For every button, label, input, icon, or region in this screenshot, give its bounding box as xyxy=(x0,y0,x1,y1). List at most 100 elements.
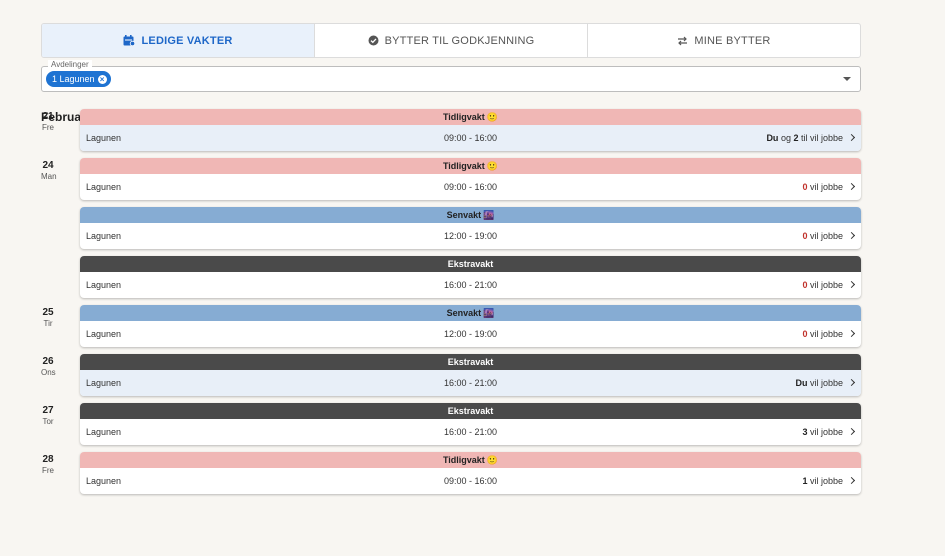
day-group: 21 Fre Tidligvakt 🙂 Lagunen 09:00 - 16:00 Du o… xyxy=(41,109,861,151)
shift-card[interactable]: Ekstravakt Lagunen 16:00 - 21:00 0 vil jobb… xyxy=(80,256,861,298)
shift-card[interactable]: Tidligvakt 🙂 Lagunen 09:00 - 16:00 0 vil job… xyxy=(80,158,861,200)
day-name: Man xyxy=(41,172,57,181)
status-count: Du xyxy=(766,133,779,143)
status-text: vil jobbe xyxy=(807,427,843,437)
shift-time: 16:00 - 21:00 xyxy=(443,280,498,290)
day-group: 26 Ons Ekstravakt Lagunen 16:00 - 21:00 Du vi… xyxy=(41,354,861,396)
shift-type-header: Ekstravakt xyxy=(80,403,861,419)
shift-status: 1 vil jobbe xyxy=(802,476,843,486)
department-select[interactable]: Avdelinger 1 Lagunen × xyxy=(41,60,861,92)
shift-status: Du vil jobbe xyxy=(795,378,843,388)
shift-type-label: Tidligvakt xyxy=(442,161,485,171)
shift-row[interactable]: Lagunen 09:00 - 16:00 1 vil jobbe xyxy=(80,468,861,494)
shift-card[interactable]: Tidligvakt 🙂 Lagunen 09:00 - 16:00 1 vil job… xyxy=(80,452,861,494)
schedule-list: 21 Fre Tidligvakt 🙂 Lagunen 09:00 - 16:00 Du o… xyxy=(41,109,861,501)
day-group: 27 Tor Ekstravakt Lagunen 16:00 - 21:00 3 vil… xyxy=(41,403,861,445)
shift-type-header: Tidligvakt 🙂 xyxy=(80,158,861,174)
tab-label: LEDIGE VAKTER xyxy=(141,34,233,47)
shift-status: 0 vil jobbe xyxy=(802,182,843,192)
shift-emoji-icon: 🙂 xyxy=(486,455,499,465)
shift-time: 09:00 - 16:00 xyxy=(443,133,498,143)
shift-card[interactable]: Ekstravakt Lagunen 16:00 - 21:00 Du vil job… xyxy=(80,354,861,396)
day-label: 24 Man xyxy=(41,160,57,182)
status-text: og xyxy=(778,133,794,143)
status-text: vil jobbe xyxy=(807,182,843,192)
shift-time: 16:00 - 21:00 xyxy=(443,427,498,437)
status-text: vil jobbe xyxy=(807,231,843,241)
day-name: Fre xyxy=(42,466,54,475)
day-name: Tir xyxy=(43,319,53,328)
tab-bar: LEDIGE VAKTER BYTTER TIL GODKJENNING MIN… xyxy=(41,23,861,58)
shift-card[interactable]: Tidligvakt 🙂 Lagunen 09:00 - 16:00 Du og 2 t… xyxy=(80,109,861,151)
shift-card[interactable]: Ekstravakt Lagunen 16:00 - 21:00 3 vil jobb… xyxy=(80,403,861,445)
day-number: 27 xyxy=(42,405,54,416)
shift-type-header: Senvakt 🌆 xyxy=(80,207,861,223)
shift-emoji-icon: 🌆 xyxy=(483,308,495,318)
shift-time: 09:00 - 16:00 xyxy=(443,182,498,192)
tab-label: BYTTER TIL GODKJENNING xyxy=(384,34,535,47)
calendar-icon xyxy=(123,35,136,46)
close-circle-icon[interactable]: × xyxy=(97,74,107,84)
shift-type-header: Tidligvakt 🙂 xyxy=(80,109,861,125)
status-text: vil jobbe xyxy=(807,378,843,388)
shift-row[interactable]: Lagunen 09:00 - 16:00 0 vil jobbe xyxy=(80,174,861,200)
shift-type-label: Ekstravakt xyxy=(447,259,494,269)
tab-label: MINE BYTTER xyxy=(694,34,771,47)
shift-emoji-icon: 🙂 xyxy=(486,161,499,171)
status-text: vil jobbe xyxy=(807,476,843,486)
day-label: 25 Tir xyxy=(41,307,55,329)
shift-type-label: Tidligvakt xyxy=(442,455,485,465)
shift-row[interactable]: Lagunen 09:00 - 16:00 Du og 2 til vil jobb… xyxy=(80,125,861,151)
department-chip[interactable]: 1 Lagunen × xyxy=(46,71,111,87)
day-label: 28 Fre xyxy=(41,454,55,476)
shift-time: 12:00 - 19:00 xyxy=(443,329,498,339)
day-group: 28 Fre Tidligvakt 🙂 Lagunen 09:00 - 16:00 1 vi… xyxy=(41,452,861,494)
shift-emoji-icon: 🙂 xyxy=(486,112,499,122)
shift-emoji-icon: 🌆 xyxy=(483,210,495,220)
shift-row[interactable]: Lagunen 16:00 - 21:00 Du vil jobbe xyxy=(80,370,861,396)
shift-status: 0 vil jobbe xyxy=(802,280,843,290)
shift-status: 3 vil jobbe xyxy=(802,427,843,437)
shift-row[interactable]: Lagunen 12:00 - 19:00 0 vil jobbe xyxy=(80,223,861,249)
day-label: 21 Fre xyxy=(41,111,55,133)
status-text: vil jobbe xyxy=(807,329,843,339)
shift-type-header: Ekstravakt xyxy=(80,354,861,370)
status-count: Du xyxy=(795,378,808,388)
day-number: 21 xyxy=(42,111,54,122)
status-text: vil jobbe xyxy=(807,280,843,290)
shift-type-header: Senvakt 🌆 xyxy=(80,305,861,321)
day-name: Tor xyxy=(42,417,54,426)
shift-type-header: Ekstravakt xyxy=(80,256,861,272)
shift-time: 09:00 - 16:00 xyxy=(443,476,498,486)
shift-status: 0 vil jobbe xyxy=(802,231,843,241)
shift-type-label: Ekstravakt xyxy=(447,406,494,416)
shift-status: 0 vil jobbe xyxy=(802,329,843,339)
shift-time: 16:00 - 21:00 xyxy=(443,378,498,388)
day-number: 24 xyxy=(42,160,54,171)
status-text: til vil jobbe xyxy=(798,133,843,143)
shift-card[interactable]: Senvakt 🌆 Lagunen 12:00 - 19:00 0 vil jobbe xyxy=(80,305,861,347)
shift-status: Du og 2 til vil jobbe xyxy=(766,133,843,143)
shift-card[interactable]: Senvakt 🌆 Lagunen 12:00 - 19:00 0 vil jobbe xyxy=(80,207,861,249)
shift-row[interactable]: Lagunen 16:00 - 21:00 3 vil jobbe xyxy=(80,419,861,445)
check-circle-icon xyxy=(368,35,379,46)
day-group: 24 Man Tidligvakt 🙂 Lagunen 09:00 - 16:00 0 vi… xyxy=(41,158,861,298)
tab-bytter-til-godkjenning[interactable]: BYTTER TIL GODKJENNING xyxy=(315,24,588,57)
swap-icon xyxy=(677,36,688,46)
chip-label: 1 Lagunen xyxy=(52,74,95,84)
shift-row[interactable]: Lagunen 12:00 - 19:00 0 vil jobbe xyxy=(80,321,861,347)
day-group: 25 Tir Senvakt 🌆 Lagunen 12:00 - 19:00 0 vil j… xyxy=(41,305,861,347)
day-name: Ons xyxy=(41,368,56,377)
department-select-legend: Avdelinger xyxy=(48,60,92,70)
tab-ledige-vakter[interactable]: LEDIGE VAKTER xyxy=(42,24,315,57)
tab-mine-bytter[interactable]: MINE BYTTER xyxy=(588,24,860,57)
shift-row[interactable]: Lagunen 16:00 - 21:00 0 vil jobbe xyxy=(80,272,861,298)
day-number: 26 xyxy=(42,356,54,367)
shift-type-label: Senvakt xyxy=(446,308,482,318)
shift-type-label: Ekstravakt xyxy=(447,357,494,367)
day-label: 27 Tor xyxy=(41,405,55,427)
day-name: Fre xyxy=(42,123,54,132)
shift-type-label: Senvakt xyxy=(446,210,482,220)
shift-type-label: Tidligvakt xyxy=(442,112,485,122)
chevron-down-icon[interactable] xyxy=(843,77,851,81)
